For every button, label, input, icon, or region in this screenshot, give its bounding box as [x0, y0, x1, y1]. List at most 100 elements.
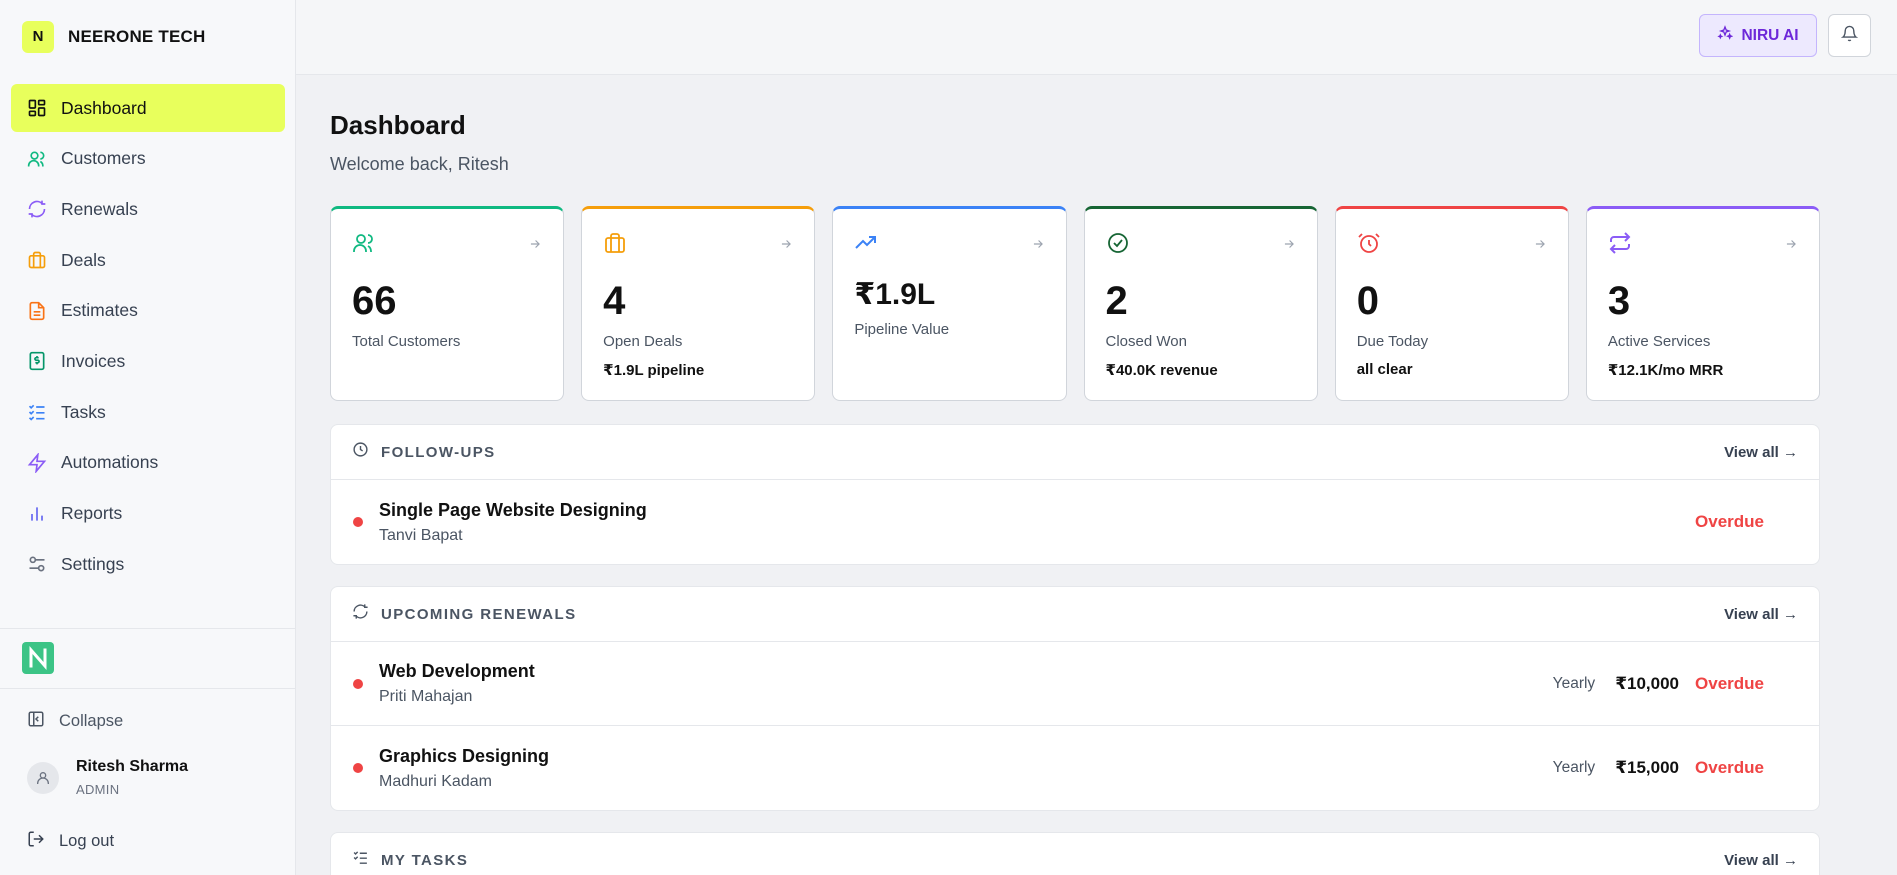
- page-subtitle: Welcome back, Ritesh: [330, 154, 509, 174]
- status-dot: [353, 678, 363, 689]
- top-bar: NIRU AI: [296, 0, 1897, 75]
- refresh-icon: [27, 199, 47, 219]
- panel-header: MY TASKS View all →: [331, 833, 1819, 875]
- renewal-amount: ₹15,000: [1615, 758, 1680, 777]
- logout-button[interactable]: Log out: [27, 830, 114, 853]
- list-item[interactable]: Single Page Website Designing Tanvi Bapa…: [331, 480, 1819, 564]
- stat-card-closed-won[interactable]: 2 Closed Won ₹40.0K revenue: [1083, 206, 1318, 401]
- sidebar-divider: [0, 628, 296, 629]
- item-title: Graphics Designing: [379, 745, 550, 766]
- sidebar-item-label: Estimates: [61, 300, 138, 321]
- collapse-button[interactable]: Collapse: [27, 710, 123, 733]
- sidebar-item-customers[interactable]: Customers: [11, 135, 285, 183]
- arrow-right-icon: [1784, 237, 1798, 256]
- sidebar-item-renewals[interactable]: Renewals: [11, 185, 285, 233]
- clock-icon: [352, 441, 369, 463]
- sidebar-item-label: Renewals: [61, 198, 138, 219]
- sidebar-item-deals[interactable]: Deals: [11, 236, 285, 284]
- stat-value: 66: [352, 279, 397, 323]
- stat-card-active-services[interactable]: 3 Active Services ₹12.1K/mo MRR: [1585, 206, 1821, 401]
- stat-subtext: ₹40.0K revenue: [1105, 362, 1218, 379]
- sidebar-item-label: Invoices: [61, 350, 126, 371]
- arrow-right-icon: [1031, 237, 1045, 256]
- zap-icon: [27, 452, 47, 473]
- arrow-right-icon: [1282, 237, 1296, 256]
- stat-card-total-customers[interactable]: 66 Total Customers: [330, 206, 565, 401]
- item-title: Single Page Website Designing: [379, 499, 647, 520]
- sidebar-item-estimates[interactable]: Estimates: [11, 287, 285, 335]
- users-icon: [27, 149, 47, 169]
- collapse-icon: [27, 710, 45, 733]
- renewal-frequency: Yearly: [1552, 674, 1596, 692]
- sidebar: N NEERONE TECH Dashboard Customers Renew…: [0, 0, 296, 875]
- sidebar-item-dashboard[interactable]: Dashboard: [11, 84, 285, 132]
- arrow-right-icon: [1533, 237, 1547, 256]
- list-item[interactable]: Graphics Designing Madhuri Kadam Yearly …: [331, 726, 1819, 810]
- app-badge-icon: [22, 642, 54, 674]
- status-badge: Overdue: [1695, 512, 1764, 531]
- brand-name: NEERONE TECH: [68, 26, 206, 46]
- sidebar-item-label: Settings: [61, 553, 125, 574]
- notifications-button[interactable]: [1828, 14, 1871, 57]
- list-item[interactable]: Web Development Priti Mahajan Yearly ₹10…: [331, 642, 1819, 726]
- sidebar-item-settings[interactable]: Settings: [11, 540, 285, 588]
- refresh-icon: [352, 603, 369, 625]
- item-title: Web Development: [379, 661, 535, 681]
- logout-icon: [27, 830, 45, 853]
- sidebar-item-label: Automations: [61, 452, 159, 473]
- followups-view-all-link[interactable]: View all →: [1724, 444, 1798, 461]
- stat-subtext: ₹12.1K/mo MRR: [1607, 362, 1724, 379]
- user-name: Ritesh Sharma: [76, 758, 189, 775]
- stat-value: 0: [1356, 279, 1379, 323]
- renewals-panel: UPCOMING RENEWALS View all → Web Develop…: [330, 586, 1820, 811]
- renewals-view-all-link[interactable]: View all →: [1724, 606, 1798, 623]
- panel-header: FOLLOW-UPS View all →: [331, 425, 1819, 480]
- sidebar-item-automations[interactable]: Automations: [11, 439, 285, 487]
- sidebar-item-invoices[interactable]: Invoices: [11, 337, 285, 385]
- stat-label: Total Customers: [352, 333, 461, 350]
- sidebar-item-reports[interactable]: Reports: [11, 490, 285, 538]
- briefcase-icon: [603, 231, 627, 255]
- tasks-view-all-link[interactable]: View all →: [1724, 852, 1798, 869]
- bell-icon: [1840, 25, 1859, 47]
- renewal-frequency: Yearly: [1552, 759, 1596, 776]
- collapse-label: Collapse: [59, 712, 124, 730]
- item-subtitle: Madhuri Kadam: [379, 772, 492, 790]
- stat-subtext: all clear: [1356, 361, 1413, 378]
- sidebar-item-label: Dashboard: [61, 97, 147, 118]
- stat-value: ₹1.9L: [854, 278, 936, 311]
- stat-value: 2: [1105, 279, 1128, 323]
- tasks-icon: [352, 849, 369, 871]
- stat-card-pipeline-value[interactable]: ₹1.9L Pipeline Value: [832, 206, 1067, 401]
- panel-title: UPCOMING RENEWALS: [381, 605, 577, 623]
- arrow-right-icon: [528, 237, 542, 256]
- followups-panel: FOLLOW-UPS View all → Single Page Websit…: [330, 424, 1820, 565]
- briefcase-icon: [27, 250, 47, 270]
- trending-up-icon: [854, 231, 878, 255]
- brand-logo: N: [22, 20, 54, 53]
- repeat-icon: [1608, 231, 1632, 255]
- bar-chart-icon: [27, 504, 47, 524]
- alarm-icon: [1357, 231, 1381, 255]
- invoice-icon: [27, 351, 47, 371]
- stat-label: Open Deals: [603, 333, 683, 350]
- sidebar-item-tasks[interactable]: Tasks: [11, 388, 285, 436]
- users-icon: [352, 231, 376, 255]
- stat-value: 4: [603, 279, 626, 323]
- logout-label: Log out: [59, 832, 115, 850]
- page-title: Dashboard: [330, 110, 466, 140]
- status-badge: Overdue: [1695, 673, 1764, 693]
- sidebar-item-label: Deals: [61, 249, 106, 270]
- item-subtitle: Tanvi Bapat: [379, 526, 463, 544]
- stat-subtext: ₹1.9L pipeline: [603, 362, 705, 379]
- niru-ai-button[interactable]: NIRU AI: [1699, 14, 1817, 57]
- check-circle-icon: [1106, 231, 1130, 255]
- avatar: [27, 761, 59, 794]
- user-profile[interactable]: Ritesh Sharma ADMIN: [27, 758, 188, 797]
- stat-card-open-deals[interactable]: 4 Open Deals ₹1.9L pipeline: [581, 206, 816, 401]
- stat-card-due-today[interactable]: 0 Due Today all clear: [1334, 206, 1569, 401]
- status-badge: Overdue: [1695, 758, 1764, 777]
- stats-row: 66 Total Customers 4 Open Deals ₹1.9L pi…: [330, 206, 1821, 401]
- sparkles-icon: [1717, 25, 1734, 46]
- stat-label: Pipeline Value: [854, 321, 950, 338]
